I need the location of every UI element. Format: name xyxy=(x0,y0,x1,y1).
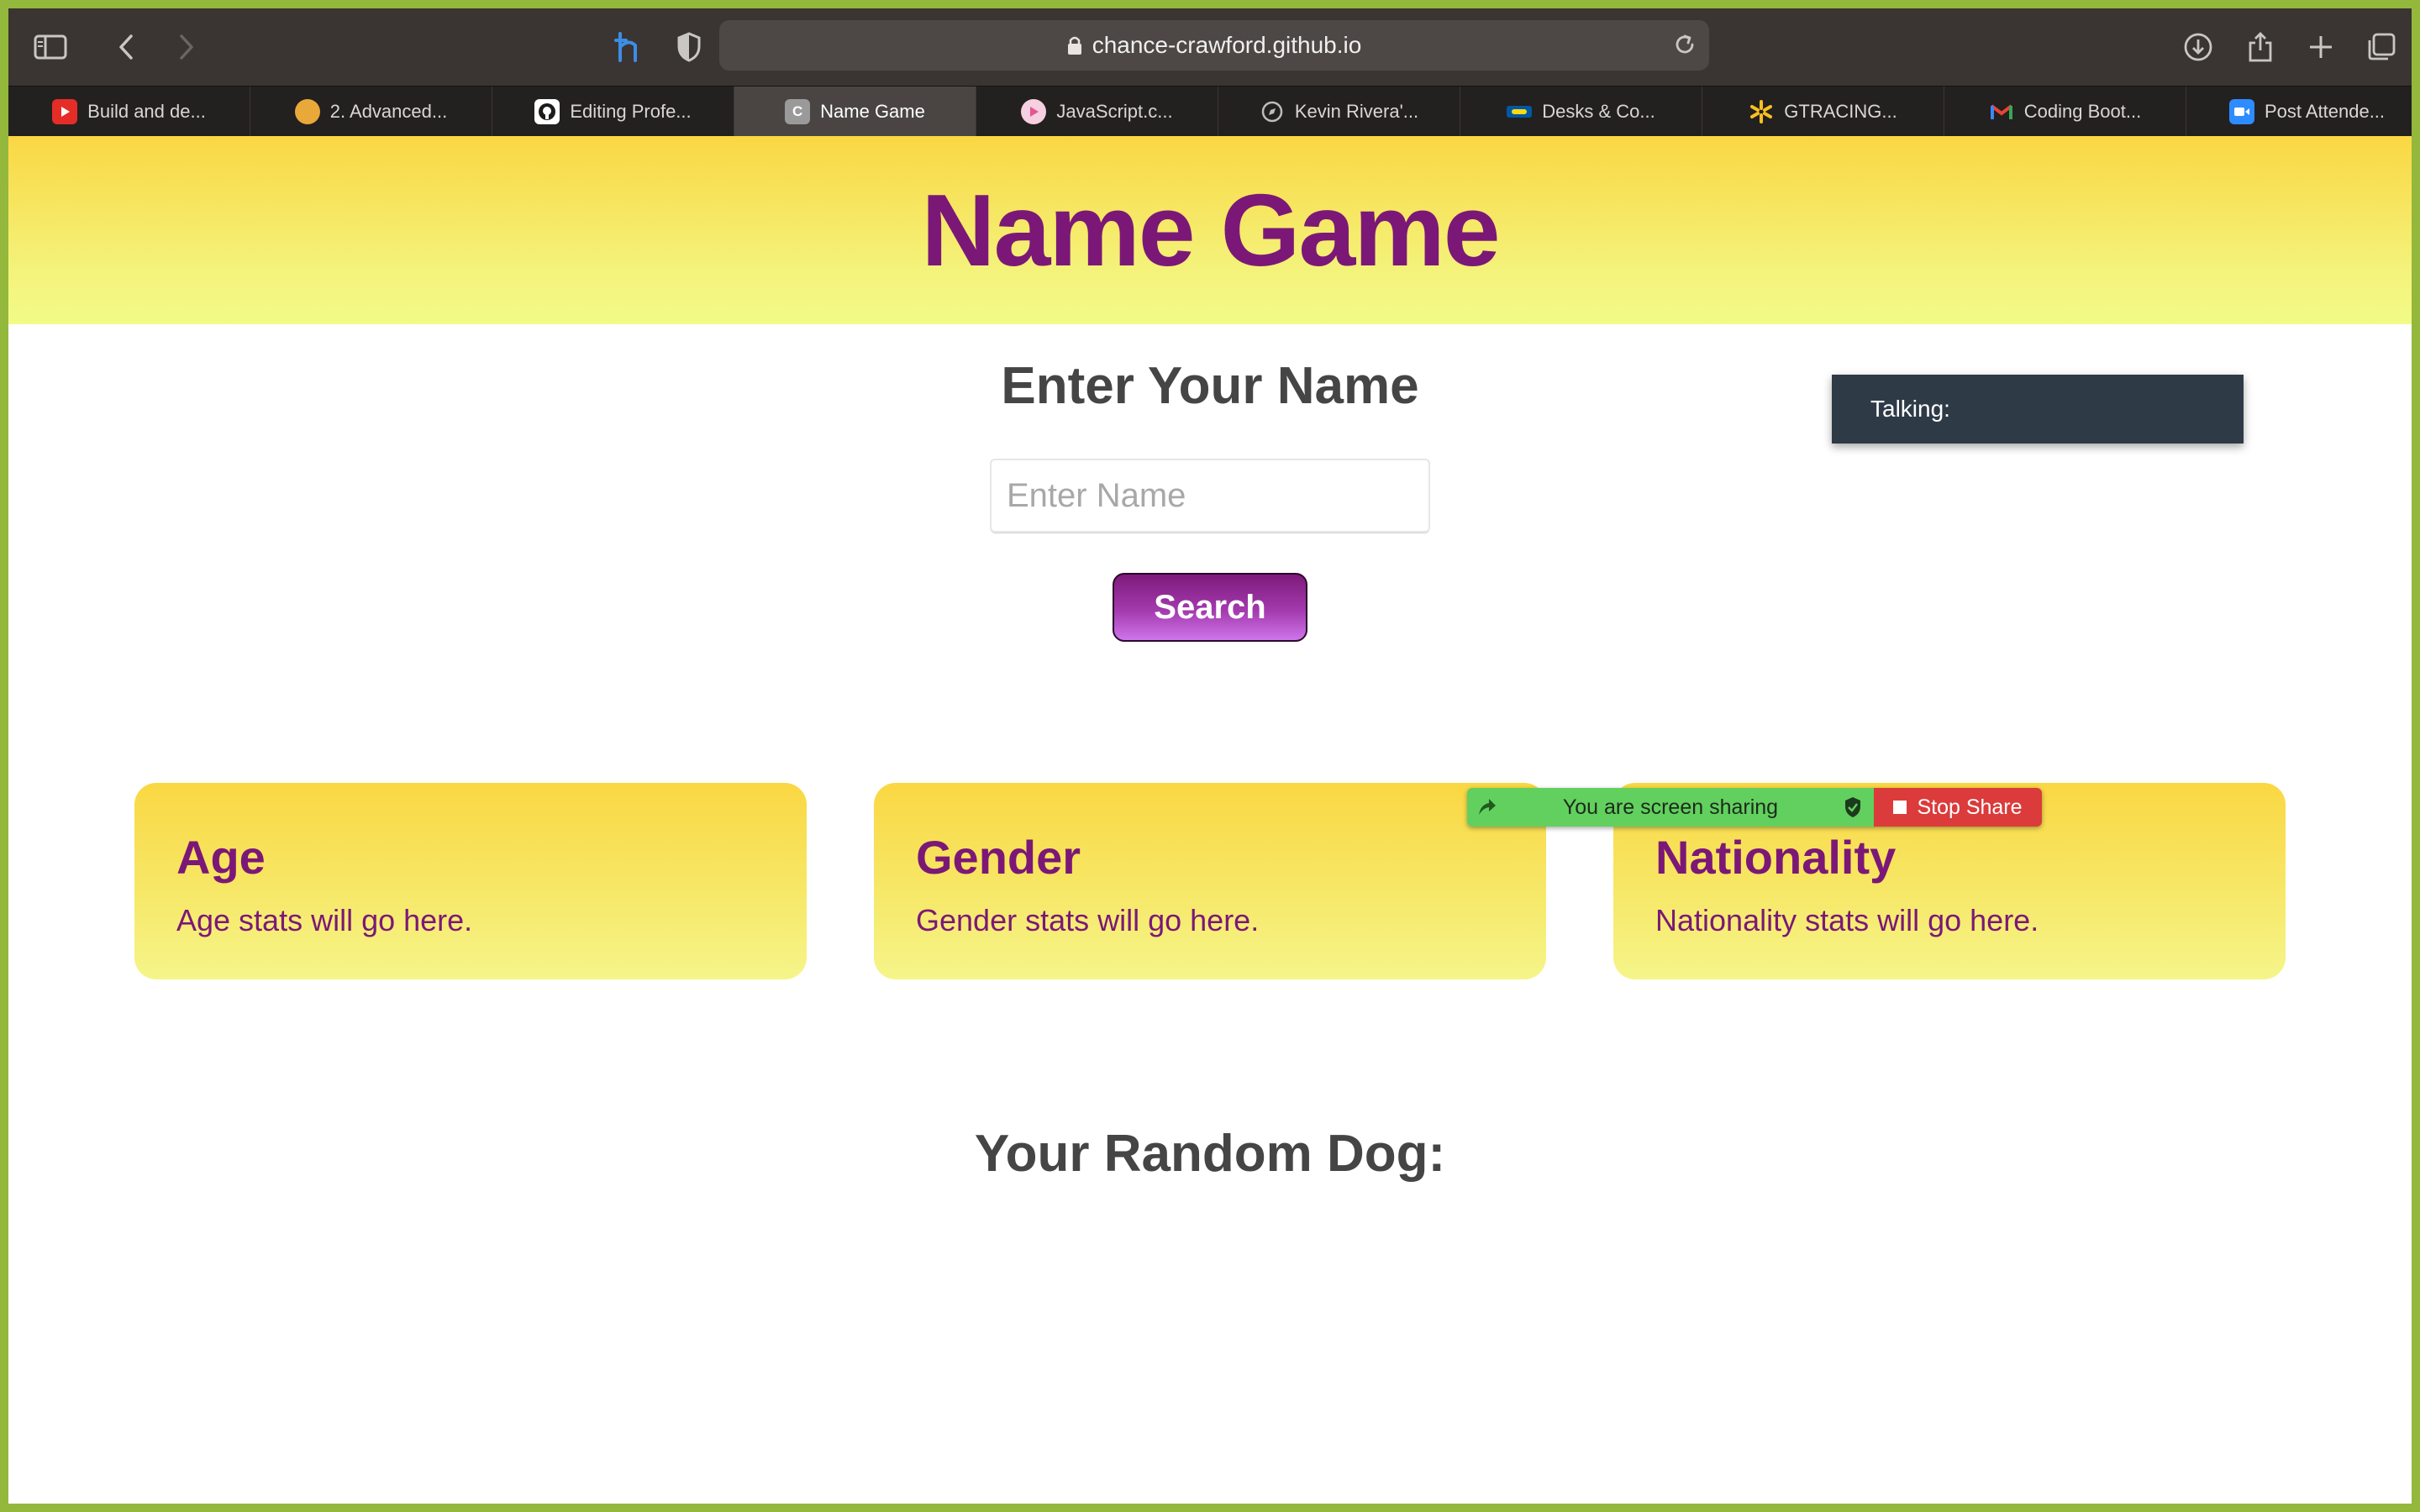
card-text: Gender stats will go here. xyxy=(916,903,1260,937)
tab-zoom[interactable]: Post Attende... xyxy=(2186,87,2412,137)
tab-gmail[interactable]: Coding Boot... xyxy=(1944,87,2186,137)
tab-bar: Build and de... 2. Advanced... Editing P… xyxy=(8,86,2412,137)
security-shield-icon xyxy=(1844,796,1862,818)
share-arrow-icon xyxy=(1476,796,1497,818)
tab-label: Coding Boot... xyxy=(2023,101,2142,122)
url-text: chance-crawford.github.io xyxy=(1092,32,1362,58)
tab-ikea[interactable]: Desks & Co... xyxy=(1460,87,1702,137)
back-icon[interactable] xyxy=(109,30,143,64)
tab-overview-icon[interactable] xyxy=(2365,30,2398,64)
sidebar-toggle-icon[interactable] xyxy=(34,30,67,64)
page-title: Name Game xyxy=(921,173,1500,287)
hero-banner: Name Game xyxy=(8,136,2412,324)
card-title: Age xyxy=(176,831,266,884)
tab-label: Name Game xyxy=(820,101,925,122)
reload-icon[interactable] xyxy=(1672,32,1697,57)
compass-icon xyxy=(1260,99,1285,124)
stop-square-icon xyxy=(1893,801,1907,814)
card-title: Gender xyxy=(916,831,1081,884)
honey-extension-icon[interactable] xyxy=(612,30,645,64)
screen-share-text: You are screen sharing xyxy=(1562,795,1779,819)
browser-window: chance-crawford.github.io Build and de..… xyxy=(8,8,2412,1504)
screen-share-bar: You are screen sharing Stop Share xyxy=(1467,788,2042,827)
stop-share-label: Stop Share xyxy=(1917,795,2023,819)
card-text: Age stats will go here. xyxy=(176,903,473,937)
address-bar[interactable]: chance-crawford.github.io xyxy=(719,20,1709,71)
play-icon xyxy=(1021,99,1047,124)
age-card: Age Age stats will go here. xyxy=(134,783,807,979)
tab-course[interactable]: 2. Advanced... xyxy=(250,87,492,137)
tab-label: Post Attende... xyxy=(2264,101,2386,122)
card-text: Nationality stats will go here. xyxy=(1655,903,2039,937)
tab-label: GTRACING... xyxy=(1784,101,1897,122)
downloads-icon[interactable] xyxy=(2181,30,2215,64)
browser-toolbar: chance-crawford.github.io xyxy=(8,8,2412,86)
zoom-icon xyxy=(2228,99,2254,124)
walmart-spark-icon xyxy=(1749,99,1774,124)
gmail-icon xyxy=(1989,99,2014,124)
share-icon[interactable] xyxy=(2244,30,2277,64)
page-content: Name Game Enter Your Name Search Age Age… xyxy=(8,136,2412,1504)
tab-label: Editing Profe... xyxy=(570,101,692,122)
search-button[interactable]: Search xyxy=(1113,573,1307,642)
screen-share-status[interactable]: You are screen sharing xyxy=(1467,788,1874,827)
tab-walmart[interactable]: GTRACING... xyxy=(1702,87,1944,137)
c-letter-icon: C xyxy=(785,99,811,124)
github-icon xyxy=(534,99,560,124)
tab-label: Kevin Rivera'... xyxy=(1294,101,1419,122)
card-title: Nationality xyxy=(1655,831,1897,884)
ikea-icon xyxy=(1507,106,1533,118)
tab-name-game[interactable]: C Name Game xyxy=(734,87,976,137)
tab-github[interactable]: Editing Profe... xyxy=(492,87,734,137)
name-input[interactable] xyxy=(990,459,1430,533)
tab-label: JavaScript.c... xyxy=(1056,101,1173,122)
talking-indicator: Talking: xyxy=(1832,375,2244,444)
lock-icon xyxy=(1067,35,1082,55)
gender-card: Gender Gender stats will go here. xyxy=(874,783,1546,979)
course-icon xyxy=(294,99,320,124)
youtube-icon xyxy=(52,99,78,124)
stop-share-button[interactable]: Stop Share xyxy=(1874,788,2042,827)
tab-label: Desks & Co... xyxy=(1542,101,1655,122)
tab-youtube[interactable]: Build and de... xyxy=(8,87,250,137)
tab-kevin-rivera[interactable]: Kevin Rivera'... xyxy=(1218,87,1460,137)
tab-label: Build and de... xyxy=(87,101,206,122)
forward-icon[interactable] xyxy=(170,30,203,64)
tab-label: 2. Advanced... xyxy=(329,101,448,122)
privacy-shield-icon[interactable] xyxy=(672,30,706,64)
random-dog-heading: Your Random Dog: xyxy=(974,1125,1446,1183)
tab-javascript[interactable]: JavaScript.c... xyxy=(976,87,1218,137)
new-tab-icon[interactable] xyxy=(2304,30,2338,64)
